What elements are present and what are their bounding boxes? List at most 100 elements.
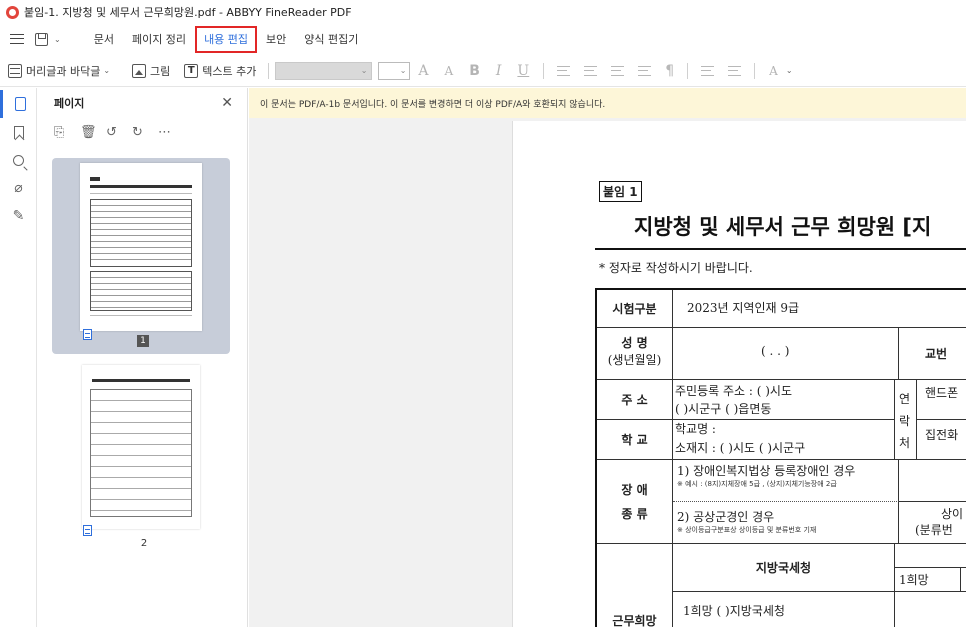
file-menu[interactable]: ⌄: [35, 32, 69, 46]
menu-document[interactable]: 문서: [85, 24, 123, 54]
thumb-table: [90, 199, 192, 267]
birth-value-cell: ( . . ): [673, 328, 899, 380]
first-choice-result: [895, 592, 966, 627]
text-color-button[interactable]: A: [769, 64, 778, 78]
work-hope-label-cell: 근무희망: [597, 544, 673, 627]
signatures-button[interactable]: ✎: [0, 202, 37, 230]
italic-button[interactable]: I: [496, 63, 502, 79]
add-text-label: 텍스트 추가: [202, 64, 257, 78]
page-thumbnail-1[interactable]: [80, 163, 202, 331]
menu-security[interactable]: 보안: [257, 24, 295, 54]
header-footer-button[interactable]: 머리글과 바닥글 ⌄: [8, 63, 118, 79]
underline-button[interactable]: U: [517, 63, 529, 79]
thumb-note: [90, 193, 192, 194]
disability-2-text: 2) 공상군경인 경우: [677, 510, 775, 524]
menu-edit-content[interactable]: 내용 편집: [195, 25, 258, 53]
chevron-down-icon: ⌄: [785, 66, 793, 75]
page-number-1: 1: [137, 335, 149, 347]
page-thumbnail-2[interactable]: [82, 365, 200, 529]
font-family-select[interactable]: ⌄: [275, 61, 373, 80]
pages-panel-button[interactable]: [0, 90, 37, 118]
picture-label: 그림: [150, 64, 171, 78]
banner-text: 이 문서는 PDF/A-1b 문서입니다. 이 문서를 변경하면 더 이상 PD…: [260, 99, 606, 110]
shrink-font-button[interactable]: A: [445, 64, 454, 78]
left-rail: ⌀ ✎: [0, 88, 37, 627]
bookmark-icon: [13, 125, 24, 139]
search-icon: [13, 154, 24, 166]
thumb-title: [92, 379, 190, 382]
grow-font-button[interactable]: A: [418, 63, 428, 79]
first-choice-value: 1희망 ( )지방국세청: [683, 604, 785, 618]
birth-label: (생년월일): [607, 353, 662, 367]
grade-label: 상이: [941, 507, 964, 521]
exam-label: 시험구분: [597, 290, 673, 328]
paragraph-icon[interactable]: ¶: [665, 63, 674, 79]
more-options-icon[interactable]: ⋯: [158, 125, 184, 140]
pdfa-warning-banner: 이 문서는 PDF/A-1b 문서입니다. 이 문서를 변경하면 더 이상 PD…: [249, 88, 966, 118]
app-window: 붙임-1. 지방청 및 세무서 근무희망원.pdf - ABBYY FineRe…: [0, 0, 966, 627]
grade-sub-label: (분류번: [915, 523, 953, 537]
bookmarks-button[interactable]: [0, 118, 37, 146]
first-choice-empty: [961, 568, 966, 592]
thumb-badge: [90, 177, 100, 181]
first-choice-value-cell: 1희망 ( )지방국세청: [673, 592, 895, 627]
search-button[interactable]: [0, 146, 37, 174]
header-footer-icon: [8, 63, 22, 78]
disability-label-cell: 장 애 종 류: [597, 460, 673, 544]
document-page[interactable]: 붙임 1 지방청 및 세무서 근무 희망원 [지 * 정자로 작성하시기 바랍니…: [512, 121, 966, 627]
edit-toolbar: 머리글과 바닥글 ⌄ 그림 T 텍스트 추가 ⌄ ⌄ A A B I U ¶ A…: [0, 55, 966, 87]
exam-value: 2023년 지역인재 9급: [673, 290, 966, 328]
justify-icon[interactable]: [638, 65, 652, 76]
document-viewer[interactable]: 붙임 1 지방청 및 세무서 근무 희망원 [지 * 정자로 작성하시기 바랍니…: [249, 118, 966, 627]
panel-title: 페이지: [54, 97, 85, 110]
align-right-icon[interactable]: [611, 65, 625, 76]
hamburger-menu-icon[interactable]: [10, 34, 24, 44]
toolbar-divider: [687, 62, 689, 79]
work-hope-label: 근무희망: [612, 614, 657, 627]
chevron-down-icon: ⌄: [54, 34, 61, 44]
toolbar-divider: [543, 62, 545, 79]
delete-page-icon[interactable]: 🗑: [80, 125, 106, 140]
close-panel-button[interactable]: ✕: [221, 95, 233, 111]
first-choice-header: 1희망: [895, 568, 961, 592]
attachment-label: 붙임 1: [599, 181, 642, 202]
disability-grade-empty: [899, 460, 966, 502]
thumb-table: [90, 271, 192, 311]
rotate-left-icon[interactable]: ↺: [106, 125, 132, 140]
picture-button[interactable]: 그림: [132, 63, 170, 79]
thumb-table: [90, 389, 192, 517]
disability-option-1: 1) 장애인복지법상 등록장애인 경우 ※ 예시 : (8지)지체장애 5급 ,…: [673, 460, 899, 502]
phone-cell: 핸드폰: [917, 380, 966, 420]
regional-office-label: 지방국세청: [673, 544, 895, 592]
paperclip-icon: ⌀: [14, 180, 23, 196]
application-form-table: 시험구분 2023년 지역인재 9급 성 명 (생년월일) ( . . ) 교번…: [595, 288, 966, 627]
rotate-right-icon[interactable]: ↻: [132, 125, 158, 140]
pages-panel: 페이지 ✕ ⎘ 🗑 ↺ ↻ ⋯ 1 2: [38, 88, 248, 627]
school-label: 학 교: [597, 420, 673, 460]
save-icon[interactable]: [35, 32, 48, 46]
add-text-button[interactable]: T 텍스트 추가: [184, 63, 256, 79]
thumb-footer: [90, 315, 192, 316]
attachments-button[interactable]: ⌀: [0, 174, 37, 202]
home-phone-label: 집전화: [925, 428, 959, 442]
indent-icon[interactable]: [728, 65, 742, 76]
birth-value: ( . . ): [761, 344, 790, 358]
school-line-1: 학교명 :: [675, 422, 716, 436]
font-size-select[interactable]: ⌄: [378, 61, 411, 80]
contact-label-cell: 연락처: [895, 380, 917, 460]
panel-tools: ⎘ 🗑 ↺ ↻ ⋯: [38, 118, 247, 146]
signature-pen-icon: ✎: [12, 208, 25, 224]
contact-label: 연락처: [899, 392, 911, 450]
menu-form-editor[interactable]: 양식 편집기: [295, 24, 367, 54]
teacher-no-label: 교번: [899, 328, 966, 380]
align-left-icon[interactable]: [557, 65, 571, 76]
disability-2-example: ※ 상이등급구분표상 상이등급 및 분류번호 기재: [677, 526, 817, 534]
insert-page-icon[interactable]: ⎘: [54, 125, 80, 140]
line-spacing-icon[interactable]: [701, 65, 715, 76]
school-value-cell: 학교명 : 소재지 : ( )시도 ( )시군구: [673, 420, 895, 460]
bold-button[interactable]: B: [469, 63, 480, 79]
address-line-2: ( )시군구 ( )읍면동: [675, 402, 772, 416]
align-center-icon[interactable]: [584, 65, 598, 76]
menu-page-organize[interactable]: 페이지 정리: [123, 24, 195, 54]
window-title: 붙임-1. 지방청 및 세무서 근무희망원.pdf - ABBYY FineRe…: [24, 6, 352, 19]
